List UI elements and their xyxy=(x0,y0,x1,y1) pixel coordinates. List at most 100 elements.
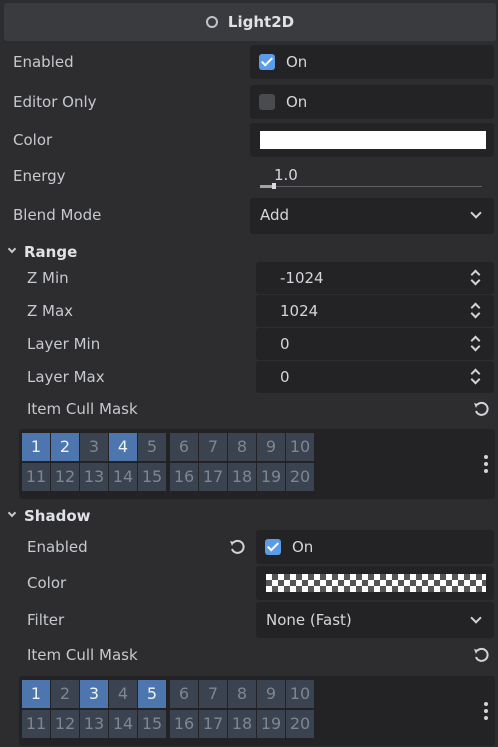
shadow-layer-3[interactable]: 3 xyxy=(80,680,108,708)
layer-min-spinbox[interactable]: 0 xyxy=(256,328,494,360)
checkbox-checked-icon xyxy=(265,539,281,555)
enabled-row: Enabled On xyxy=(0,45,498,79)
range-layer-16[interactable]: 16 xyxy=(170,463,198,491)
shadow-layer-16[interactable]: 16 xyxy=(170,710,198,738)
range-layer-9[interactable]: 9 xyxy=(257,433,285,461)
shadow-layer-15[interactable]: 15 xyxy=(138,710,166,738)
kebab-menu-icon[interactable] xyxy=(484,702,488,723)
range-layer-10[interactable]: 10 xyxy=(286,433,314,461)
range-layer-6[interactable]: 6 xyxy=(170,433,198,461)
spinner-arrows-icon[interactable] xyxy=(470,268,482,288)
range-layer-1[interactable]: 1 xyxy=(22,433,50,461)
shadow-layer-19[interactable]: 19 xyxy=(257,710,285,738)
shadow-layer-17[interactable]: 17 xyxy=(199,710,227,738)
revert-icon[interactable] xyxy=(472,646,490,664)
chevron-down-icon xyxy=(7,244,17,254)
checkbox-checked-icon xyxy=(259,54,275,70)
layer-min-row: Layer Min 0 xyxy=(0,328,498,360)
shadow-color-row: Color xyxy=(0,566,498,600)
range-layer-19[interactable]: 19 xyxy=(257,463,285,491)
range-item-cull-mask-label: Item Cull Mask xyxy=(27,400,138,418)
circle-icon xyxy=(205,16,218,28)
shadow-enabled-checkbox[interactable]: On xyxy=(256,530,494,564)
range-layer-5[interactable]: 5 xyxy=(138,433,166,461)
shadow-layer-20[interactable]: 20 xyxy=(286,710,314,738)
chevron-down-icon xyxy=(7,508,17,518)
editor-only-row: Editor Only On xyxy=(0,85,498,119)
layer-max-spinbox[interactable]: 0 xyxy=(256,361,494,393)
z-min-value: -1024 xyxy=(280,269,324,287)
energy-row: Energy 1.0 xyxy=(0,160,498,194)
filter-dropdown[interactable]: None (Fast) xyxy=(256,602,494,638)
editor-only-state-text: On xyxy=(286,93,308,111)
inspector-header: Light2D xyxy=(4,3,496,41)
enabled-checkbox[interactable]: On xyxy=(250,45,494,79)
slider-grabber[interactable] xyxy=(272,183,276,189)
shadow-layer-6[interactable]: 6 xyxy=(170,680,198,708)
shadow-enabled-state-text: On xyxy=(292,538,314,556)
energy-slider[interactable]: 1.0 xyxy=(250,160,494,192)
blend-mode-dropdown[interactable]: Add xyxy=(250,198,494,234)
shadow-section-header[interactable]: Shadow xyxy=(0,503,498,529)
range-layer-12[interactable]: 12 xyxy=(51,463,79,491)
layer-min-label: Layer Min xyxy=(27,335,101,353)
range-layer-18[interactable]: 18 xyxy=(228,463,256,491)
z-min-spinbox[interactable]: -1024 xyxy=(256,262,494,294)
shadow-layer-11[interactable]: 11 xyxy=(22,710,50,738)
transparent-color-swatch xyxy=(266,574,486,592)
range-layer-20[interactable]: 20 xyxy=(286,463,314,491)
z-max-spinbox[interactable]: 1024 xyxy=(256,295,494,327)
color-row: Color xyxy=(0,123,498,157)
shadow-layer-7[interactable]: 7 xyxy=(199,680,227,708)
blend-mode-row: Blend Mode Add xyxy=(0,198,498,234)
color-picker[interactable] xyxy=(250,123,494,157)
color-label: Color xyxy=(13,131,53,149)
shadow-layer-18[interactable]: 18 xyxy=(228,710,256,738)
blend-mode-label: Blend Mode xyxy=(13,206,102,224)
range-layer-3[interactable]: 3 xyxy=(80,433,108,461)
slider-track xyxy=(260,186,482,187)
shadow-layer-8[interactable]: 8 xyxy=(228,680,256,708)
range-layer-8[interactable]: 8 xyxy=(228,433,256,461)
spinner-arrows-icon[interactable] xyxy=(470,301,482,321)
range-layer-11[interactable]: 11 xyxy=(22,463,50,491)
shadow-enabled-label: Enabled xyxy=(27,538,88,556)
revert-icon[interactable] xyxy=(472,400,490,418)
shadow-layer-10[interactable]: 10 xyxy=(286,680,314,708)
enabled-state-text: On xyxy=(286,53,308,71)
revert-icon[interactable] xyxy=(228,538,246,556)
shadow-section-title: Shadow xyxy=(24,507,91,525)
shadow-layer-1[interactable]: 1 xyxy=(22,680,50,708)
range-layer-13[interactable]: 13 xyxy=(80,463,108,491)
color-swatch xyxy=(260,131,486,149)
z-max-value: 1024 xyxy=(280,302,319,320)
shadow-layer-13[interactable]: 13 xyxy=(80,710,108,738)
editor-only-checkbox[interactable]: On xyxy=(250,85,494,119)
enabled-label: Enabled xyxy=(13,53,74,71)
range-item-cull-mask-row: Item Cull Mask xyxy=(0,393,498,425)
shadow-color-label: Color xyxy=(27,574,67,592)
shadow-enabled-row: Enabled On xyxy=(0,530,498,564)
shadow-layer-9[interactable]: 9 xyxy=(257,680,285,708)
z-min-row: Z Min -1024 xyxy=(0,262,498,294)
shadow-item-cull-mask-row: Item Cull Mask xyxy=(0,639,498,671)
filter-row: Filter None (Fast) xyxy=(0,602,498,638)
shadow-layer-2[interactable]: 2 xyxy=(51,680,79,708)
range-layer-15[interactable]: 15 xyxy=(138,463,166,491)
chevron-down-icon xyxy=(470,207,482,219)
shadow-layer-14[interactable]: 14 xyxy=(109,710,137,738)
layer-max-row: Layer Max 0 xyxy=(0,361,498,393)
shadow-color-picker[interactable] xyxy=(256,566,494,600)
range-layer-7[interactable]: 7 xyxy=(199,433,227,461)
shadow-layer-4[interactable]: 4 xyxy=(109,680,137,708)
filter-value: None (Fast) xyxy=(266,611,352,629)
range-layer-4[interactable]: 4 xyxy=(109,433,137,461)
range-layer-14[interactable]: 14 xyxy=(109,463,137,491)
spinner-arrows-icon[interactable] xyxy=(470,367,482,387)
kebab-menu-icon[interactable] xyxy=(484,455,488,476)
shadow-layer-5[interactable]: 5 xyxy=(138,680,166,708)
shadow-layer-12[interactable]: 12 xyxy=(51,710,79,738)
range-layer-17[interactable]: 17 xyxy=(199,463,227,491)
range-layer-2[interactable]: 2 xyxy=(51,433,79,461)
spinner-arrows-icon[interactable] xyxy=(470,334,482,354)
